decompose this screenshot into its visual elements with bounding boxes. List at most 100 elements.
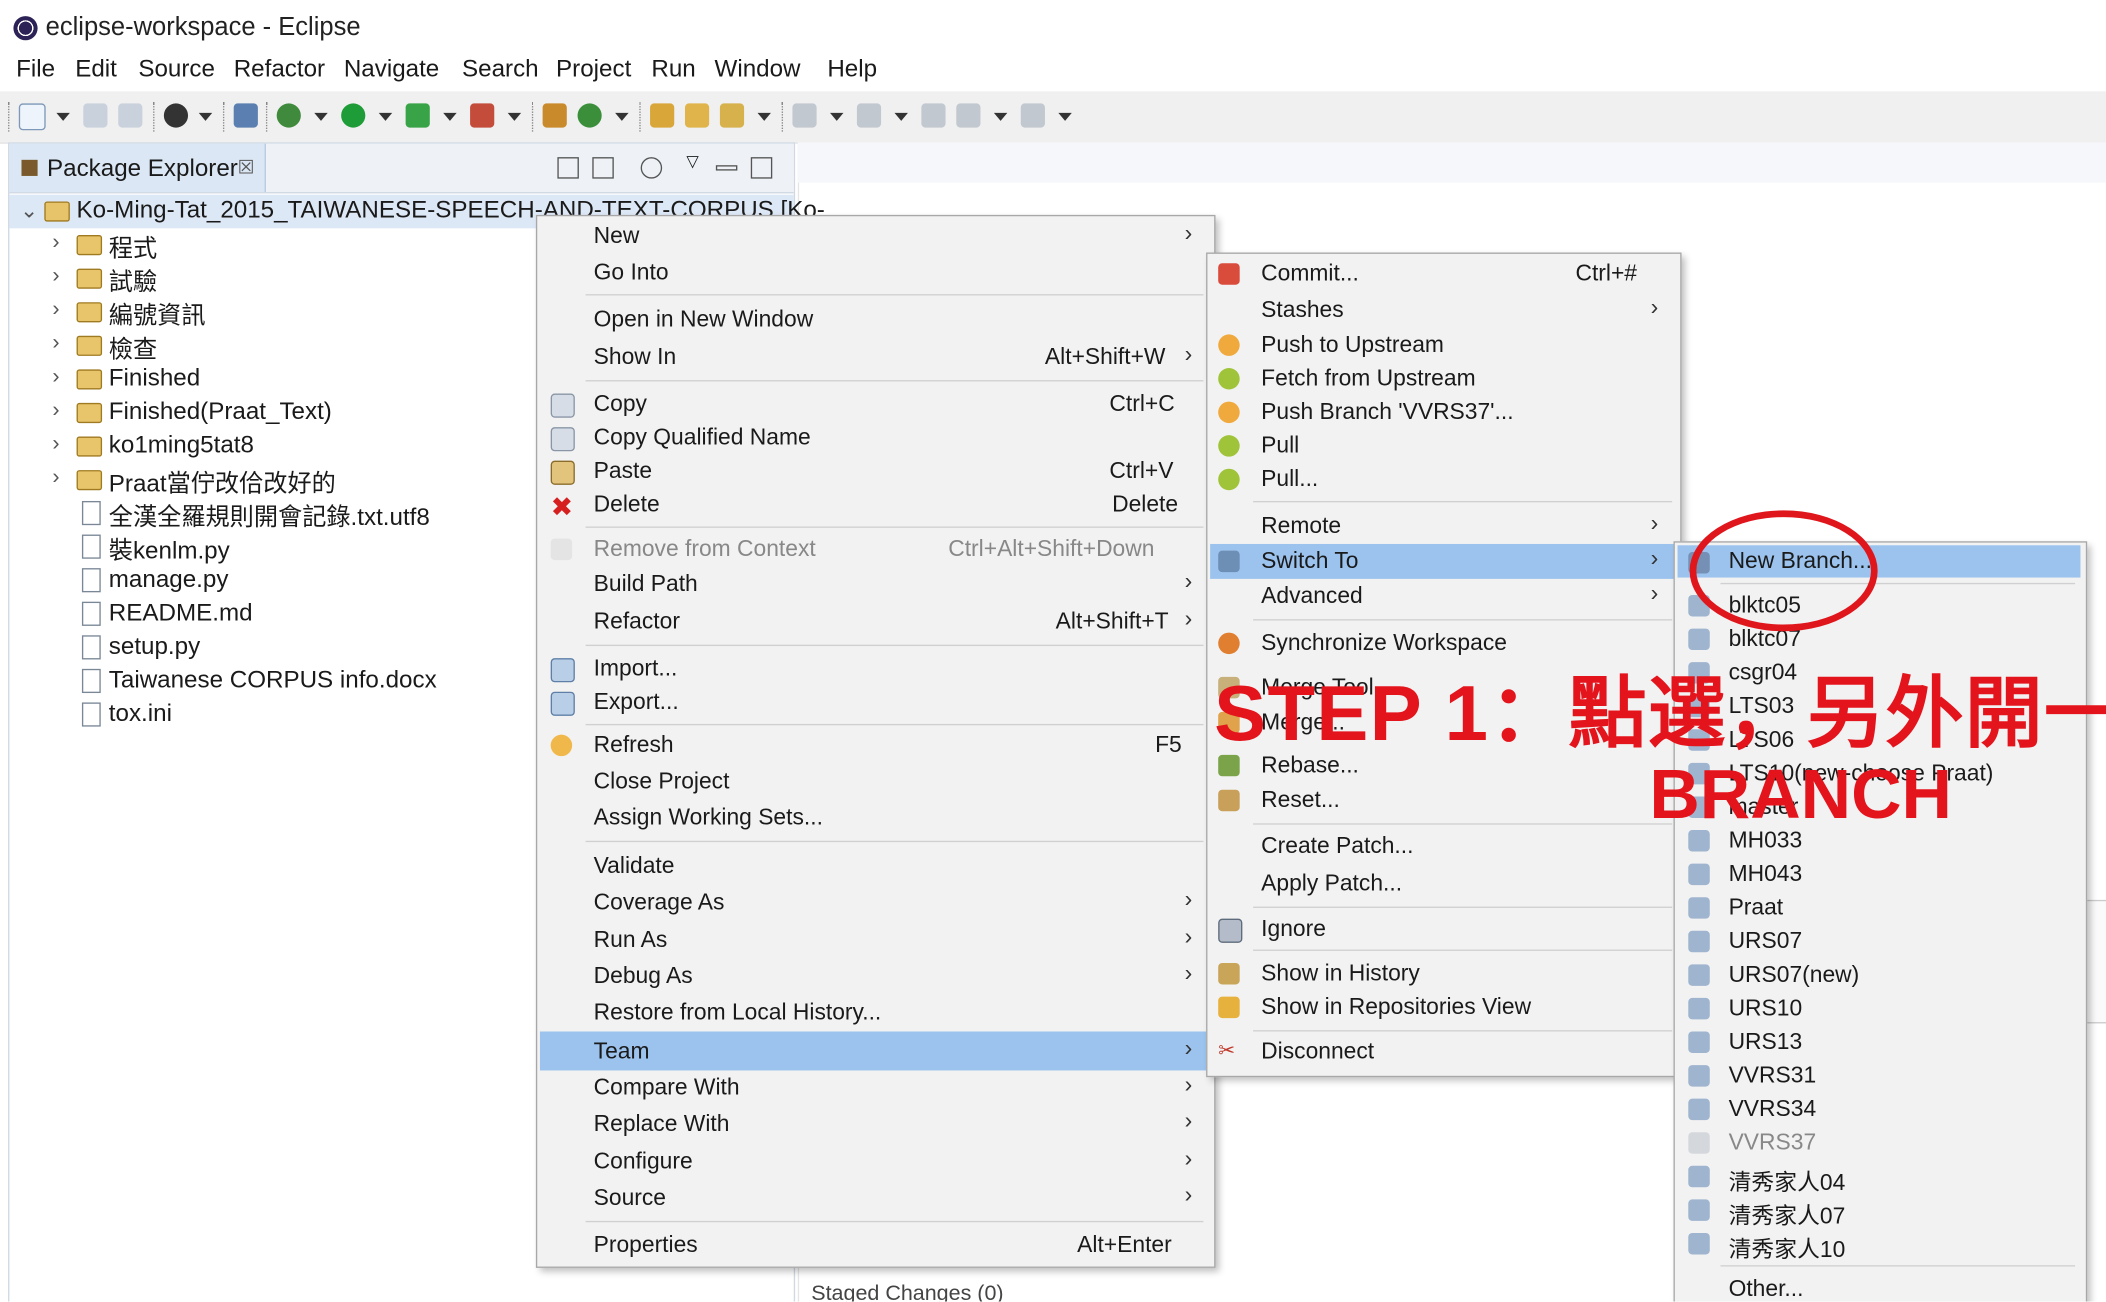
- menu-item-branch[interactable]: VVRS34: [1678, 1092, 2081, 1127]
- menu-item-refactor[interactable]: Refactor Alt+Shift+T ›: [540, 604, 1212, 639]
- tab-package-explorer[interactable]: Package Explorer ☒: [9, 143, 266, 193]
- new-class-dropdown-icon[interactable]: [615, 112, 629, 121]
- menu-item-apply-patch[interactable]: Apply Patch...: [1210, 866, 1677, 901]
- menu-item-branch[interactable]: URS13: [1678, 1025, 2081, 1060]
- external-tools-icon[interactable]: [470, 103, 495, 128]
- new-icon[interactable]: [18, 103, 46, 131]
- menu-window[interactable]: Window: [715, 55, 801, 83]
- menu-item-pull[interactable]: Pull: [1210, 428, 1677, 463]
- back-icon[interactable]: [956, 103, 981, 128]
- menu-item-push-branch[interactable]: Push Branch 'VVRS37'...: [1210, 395, 1677, 430]
- new-package-icon[interactable]: [542, 103, 567, 128]
- menu-item-copy-qualified-name[interactable]: Copy Qualified Name: [540, 420, 1212, 455]
- menu-item-properties[interactable]: Properties Alt+Enter: [540, 1228, 1212, 1263]
- forward-icon[interactable]: [1020, 103, 1045, 128]
- debug-icon[interactable]: [276, 103, 301, 128]
- menu-edit[interactable]: Edit: [75, 55, 117, 83]
- menu-item-delete[interactable]: ✖ Delete Delete: [540, 488, 1212, 523]
- menu-item-branch[interactable]: Praat: [1678, 890, 2081, 925]
- open-type-icon[interactable]: [650, 103, 675, 128]
- menu-item-branch[interactable]: 清秀家人04: [1678, 1159, 2081, 1195]
- menu-item-switch-to[interactable]: Switch To ›: [1210, 543, 1678, 579]
- pin-dropdown-icon[interactable]: [198, 112, 213, 121]
- menu-help[interactable]: Help: [827, 55, 877, 83]
- menu-item-other[interactable]: Other...: [1678, 1272, 2081, 1302]
- menu-item-show-in-history[interactable]: Show in History: [1210, 956, 1677, 991]
- menu-item-import[interactable]: Import...: [540, 651, 1212, 686]
- menu-file[interactable]: File: [16, 55, 55, 83]
- open-task-icon[interactable]: [684, 103, 710, 128]
- forward-dropdown-icon[interactable]: [1058, 112, 1072, 121]
- menu-item-replace-with[interactable]: Replace With ›: [540, 1107, 1212, 1142]
- menu-item-debug-as[interactable]: Debug As ›: [540, 959, 1212, 994]
- prev-annotation-icon[interactable]: [856, 103, 882, 128]
- menu-item-coverage-as[interactable]: Coverage As ›: [540, 885, 1212, 920]
- menu-item-remote[interactable]: Remote ›: [1210, 509, 1677, 544]
- menu-item-branch[interactable]: MH043: [1678, 857, 2081, 892]
- new-dropdown-icon[interactable]: [56, 112, 70, 121]
- menu-item-branch[interactable]: URS10: [1678, 991, 2081, 1026]
- menu-item-copy[interactable]: Copy Ctrl+C: [540, 387, 1212, 422]
- search-dropdown-icon[interactable]: [757, 112, 771, 121]
- chevron-right-icon[interactable]: ›: [52, 399, 59, 423]
- new-class-icon[interactable]: [577, 103, 602, 128]
- menu-item-commit[interactable]: Commit... Ctrl+#: [1210, 257, 1677, 292]
- menu-item-build-path[interactable]: Build Path ›: [540, 567, 1212, 602]
- chevron-right-icon[interactable]: ›: [52, 298, 59, 322]
- menu-item-stashes[interactable]: Stashes ›: [1210, 293, 1677, 328]
- chevron-right-icon[interactable]: ›: [52, 332, 59, 356]
- menu-item-team[interactable]: Team ›: [539, 1031, 1212, 1071]
- menu-run[interactable]: Run: [651, 55, 695, 83]
- menu-item-branch[interactable]: VVRS31: [1678, 1058, 2081, 1093]
- next-annotation-icon[interactable]: [792, 103, 817, 128]
- search-icon[interactable]: [719, 103, 745, 128]
- menu-item-source[interactable]: Source ›: [540, 1181, 1212, 1216]
- menu-item-reset[interactable]: Reset...: [1210, 783, 1677, 818]
- menu-item-go-into[interactable]: Go Into: [540, 255, 1212, 290]
- menu-item-restore-local-history[interactable]: Restore from Local History...: [540, 995, 1212, 1030]
- debug-dropdown-icon[interactable]: [314, 112, 328, 121]
- chevron-right-icon[interactable]: ›: [52, 231, 59, 255]
- coverage-dropdown-icon[interactable]: [443, 112, 457, 121]
- menu-item-pull-dialog[interactable]: Pull...: [1210, 462, 1677, 497]
- menu-navigate[interactable]: Navigate: [344, 55, 439, 83]
- menu-search[interactable]: Search: [462, 55, 539, 83]
- chevron-down-icon[interactable]: ⌄: [20, 197, 38, 224]
- chevron-right-icon[interactable]: ›: [52, 265, 59, 289]
- menu-item-configure[interactable]: Configure ›: [540, 1144, 1212, 1179]
- menu-refactor[interactable]: Refactor: [234, 55, 325, 83]
- menu-item-new[interactable]: New ›: [540, 219, 1212, 254]
- menu-item-branch[interactable]: 清秀家人10: [1678, 1226, 2081, 1263]
- chevron-right-icon[interactable]: ›: [52, 466, 59, 490]
- skip-breakpoints-icon[interactable]: [233, 103, 258, 128]
- menu-item-branch[interactable]: URS07(new): [1678, 958, 2081, 993]
- menu-item-close-project[interactable]: Close Project: [540, 764, 1212, 799]
- external-tools-dropdown-icon[interactable]: [507, 112, 522, 121]
- menu-item-ignore[interactable]: Ignore: [1210, 912, 1677, 947]
- view-menu-icon[interactable]: ▽: [686, 152, 705, 171]
- collapse-all-icon[interactable]: [557, 157, 579, 179]
- menu-item-branch[interactable]: 清秀家人07: [1678, 1193, 2081, 1229]
- run-dropdown-icon[interactable]: [378, 112, 393, 121]
- chevron-right-icon[interactable]: ›: [52, 365, 59, 389]
- minimize-icon[interactable]: [715, 165, 738, 171]
- menu-item-branch[interactable]: URS07: [1678, 924, 2081, 959]
- menu-item-compare-with[interactable]: Compare With ›: [540, 1070, 1212, 1105]
- menu-item-validate[interactable]: Validate: [540, 849, 1212, 884]
- prev-annotation-dropdown-icon[interactable]: [894, 112, 908, 121]
- back-dropdown-icon[interactable]: [993, 112, 1008, 121]
- menu-project[interactable]: Project: [556, 55, 631, 83]
- pin-icon[interactable]: [163, 103, 189, 128]
- menu-item-remove-from-context[interactable]: Remove from Context Ctrl+Alt+Shift+Down: [540, 532, 1212, 567]
- maximize-icon[interactable]: [750, 157, 773, 179]
- menu-item-export[interactable]: Export...: [540, 685, 1212, 720]
- save-all-icon[interactable]: [118, 103, 143, 128]
- menu-item-show-in-repositories[interactable]: Show in Repositories View: [1210, 990, 1677, 1025]
- focus-task-icon[interactable]: [640, 157, 663, 179]
- coverage-icon[interactable]: [405, 103, 430, 128]
- menu-item-assign-working-sets[interactable]: Assign Working Sets...: [540, 800, 1212, 835]
- menu-item-advanced[interactable]: Advanced ›: [1210, 579, 1677, 614]
- close-icon[interactable]: ☒: [238, 156, 255, 179]
- menu-item-create-patch[interactable]: Create Patch...: [1210, 829, 1677, 864]
- menu-item-run-as[interactable]: Run As ›: [540, 923, 1212, 958]
